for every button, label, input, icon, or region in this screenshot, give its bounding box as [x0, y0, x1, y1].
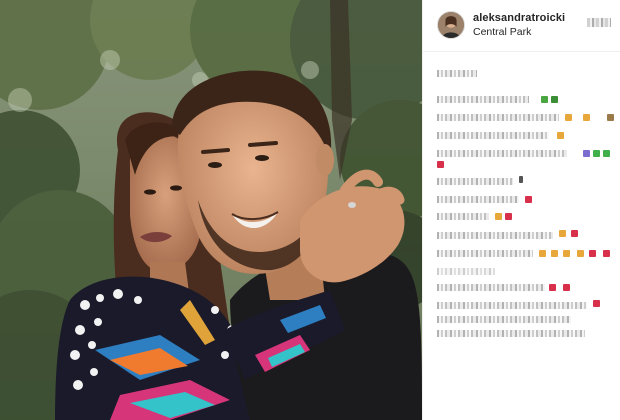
caption-line — [437, 250, 533, 257]
emoji-icon — [549, 284, 556, 291]
emoji-icon — [593, 150, 600, 157]
caption-line — [437, 96, 529, 103]
post-location[interactable]: Central Park — [473, 26, 531, 38]
emoji-icon — [551, 96, 558, 103]
emoji-icon — [539, 250, 546, 257]
follow-button[interactable] — [587, 18, 611, 27]
caption-line — [437, 302, 587, 309]
caption-line — [437, 213, 489, 220]
post-side-panel: aleksandratroicki Central Park — [422, 0, 620, 420]
caption-line — [437, 268, 495, 275]
emoji-icon — [519, 176, 523, 183]
emoji-icon — [541, 96, 548, 103]
caption-line — [437, 70, 477, 77]
emoji-icon — [563, 250, 570, 257]
emoji-icon — [551, 250, 558, 257]
caption-line — [437, 284, 545, 291]
emoji-icon — [603, 150, 610, 157]
post-photo-illustration — [0, 0, 422, 420]
caption-line — [437, 132, 549, 139]
emoji-icon — [577, 250, 584, 257]
emoji-icon — [607, 114, 614, 121]
emoji-icon — [593, 300, 600, 307]
emoji-icon — [589, 250, 596, 257]
caption-line — [437, 150, 567, 157]
emoji-icon — [571, 230, 578, 237]
caption-line — [437, 316, 571, 323]
emoji-icon — [565, 114, 572, 121]
caption-line — [437, 178, 513, 185]
emoji-icon — [603, 250, 610, 257]
post-header: aleksandratroicki Central Park — [423, 0, 620, 52]
caption-line — [437, 232, 553, 239]
post-username[interactable]: aleksandratroicki — [473, 12, 565, 24]
profile-avatar-icon[interactable] — [437, 11, 465, 39]
caption-line — [437, 330, 585, 337]
emoji-icon — [559, 230, 566, 237]
emoji-icon — [437, 161, 444, 168]
caption-line — [437, 114, 559, 121]
caption-line — [437, 196, 519, 203]
emoji-icon — [525, 196, 532, 203]
emoji-icon — [583, 114, 590, 121]
emoji-icon — [557, 132, 564, 139]
emoji-icon — [583, 150, 590, 157]
emoji-icon — [563, 284, 570, 291]
emoji-icon — [505, 213, 512, 220]
emoji-icon — [495, 213, 502, 220]
post-photo[interactable] — [0, 0, 422, 420]
